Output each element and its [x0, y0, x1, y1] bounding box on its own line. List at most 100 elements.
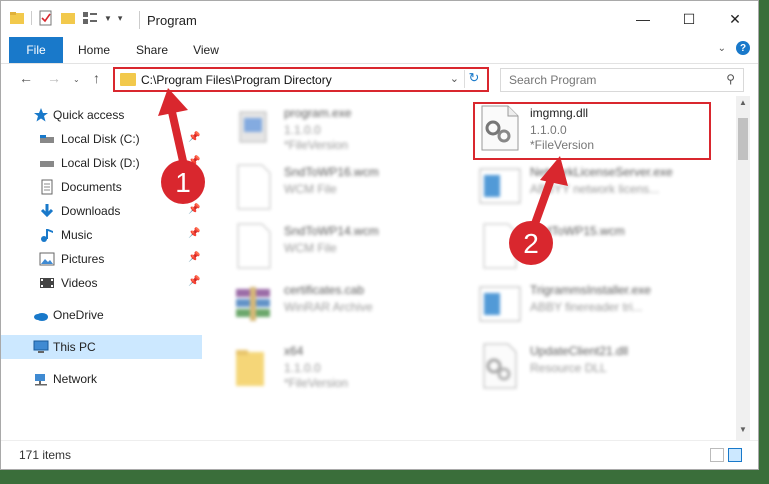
- sidebar-item-local-disk-c[interactable]: Local Disk (C:) 📌: [1, 127, 202, 151]
- tab-file[interactable]: File: [9, 37, 63, 63]
- sidebar-item-network[interactable]: Network: [1, 367, 202, 391]
- tab-home[interactable]: Home: [69, 37, 119, 63]
- vertical-scrollbar[interactable]: ▲ ▼: [736, 96, 750, 441]
- folder-icon[interactable]: [9, 10, 25, 26]
- sidebar-item-music[interactable]: Music 📌: [1, 223, 202, 247]
- forward-arrow-icon[interactable]: →: [47, 70, 61, 86]
- help-icon[interactable]: ?: [736, 41, 750, 55]
- file-type: Resource DLL: [530, 361, 607, 375]
- list-item[interactable]: program.exe 1.1.0.0 *FileVersion: [230, 102, 470, 154]
- sidebar-item-onedrive[interactable]: OneDrive: [1, 303, 202, 327]
- blank-file-icon: [230, 163, 278, 211]
- blank-file-icon: [476, 222, 524, 270]
- address-path[interactable]: C:\Program Files\Program Directory: [141, 73, 332, 87]
- drive-icon: [39, 155, 55, 171]
- ribbon: File Home Share View ⌄ ?: [1, 37, 758, 64]
- file-type: WCM File: [284, 241, 337, 255]
- list-item[interactable]: x64 1.1.0.0 *FileVersion: [230, 340, 470, 392]
- expand-ribbon-icon[interactable]: ⌄: [718, 43, 726, 54]
- window-title: Program: [147, 13, 197, 28]
- videos-icon: [39, 275, 55, 291]
- sidebar-item-label: OneDrive: [53, 308, 104, 322]
- search-input[interactable]: [507, 72, 711, 88]
- search-box[interactable]: ⚲: [500, 68, 744, 92]
- view-options-icon[interactable]: [82, 10, 98, 26]
- file-name: certificates.cab: [284, 283, 365, 297]
- sidebar-item-pictures[interactable]: Pictures 📌: [1, 247, 202, 271]
- file-name: program.exe: [284, 106, 352, 120]
- file-version: 1.1.0.0: [284, 123, 321, 137]
- chevron-down-icon[interactable]: ▼: [104, 14, 112, 23]
- file-version: 1.1.0.0: [284, 361, 321, 375]
- pin-icon: 📌: [188, 228, 201, 239]
- customize-toolbar-icon[interactable]: ▾: [118, 13, 123, 24]
- properties-icon[interactable]: [38, 10, 54, 26]
- list-item[interactable]: SndToWP15.wcm: [476, 220, 716, 272]
- list-item[interactable]: SndToWP14.wcm WCM File: [230, 220, 470, 272]
- sidebar-item-label: This PC: [53, 340, 96, 354]
- minimize-button[interactable]: —: [620, 1, 666, 37]
- file-description: *FileVersion: [284, 138, 349, 152]
- view-switcher: [710, 448, 742, 462]
- folder-icon: [230, 342, 278, 390]
- chevron-down-icon[interactable]: ⌄: [450, 72, 459, 85]
- title-bar: ▼ ▾ Program — ☐ ✕: [1, 1, 758, 37]
- blank-file-icon: [230, 222, 278, 270]
- sidebar-item-label: Music: [61, 228, 93, 242]
- sidebar-item-documents[interactable]: Documents 📌: [1, 175, 202, 199]
- navigation-pane: Quick access Local Disk (C:) 📌 Local Dis…: [1, 96, 202, 441]
- search-icon[interactable]: ⚲: [726, 72, 735, 86]
- file-name: TrigrammsInstaller.exe: [530, 283, 651, 297]
- sidebar-item-label: Pictures: [61, 252, 105, 266]
- dll-gear-icon: [476, 342, 524, 390]
- file-type: WinRAR Archive: [284, 300, 373, 314]
- scroll-down-icon[interactable]: ▼: [736, 425, 750, 439]
- address-bar[interactable]: C:\Program Files\Program Directory ⌄ ↻: [113, 67, 489, 92]
- scrollbar-thumb[interactable]: [738, 118, 748, 160]
- sidebar-item-this-pc[interactable]: This PC: [1, 335, 202, 359]
- sidebar-item-downloads[interactable]: Downloads 📌: [1, 199, 202, 223]
- sidebar-item-label: Network: [53, 372, 98, 386]
- sidebar-item-quick-access[interactable]: Quick access: [1, 103, 202, 127]
- recent-locations-icon[interactable]: ⌄: [73, 75, 80, 84]
- quick-access-toolbar: ▼ ▾: [9, 10, 122, 26]
- window-controls: — ☐ ✕: [620, 1, 758, 37]
- pin-icon: 📌: [188, 156, 201, 167]
- star-icon: [33, 107, 49, 123]
- up-arrow-icon[interactable]: ↑: [93, 70, 100, 86]
- list-item[interactable]: TrigrammsInstaller.exe ABBY finereader t…: [476, 279, 716, 331]
- ribbon-controls: ⌄ ?: [718, 41, 750, 55]
- details-view-icon[interactable]: [710, 448, 724, 462]
- winrar-icon: [230, 281, 278, 329]
- pin-icon: 📌: [188, 252, 201, 263]
- sidebar-item-local-disk-d[interactable]: Local Disk (D:) 📌: [1, 151, 202, 175]
- tiles-view-icon[interactable]: [728, 448, 742, 462]
- network-icon: [33, 371, 49, 387]
- title-separator: [139, 11, 140, 29]
- maximize-button[interactable]: ☐: [666, 1, 712, 37]
- tab-view[interactable]: View: [183, 37, 229, 63]
- app-window-icon: [476, 281, 524, 329]
- refresh-icon[interactable]: ↻: [464, 70, 483, 88]
- file-description: *FileVersion: [284, 376, 349, 390]
- file-name: SndToWP14.wcm: [284, 224, 379, 238]
- pin-icon: 📌: [188, 132, 201, 143]
- list-item[interactable]: certificates.cab WinRAR Archive: [230, 279, 470, 331]
- list-item[interactable]: NetworkLicenseServer.exe ABBYY network l…: [476, 161, 716, 213]
- close-button[interactable]: ✕: [712, 1, 758, 37]
- list-item[interactable]: UpdateClient21.dll Resource DLL: [476, 340, 716, 392]
- list-item[interactable]: SndToWP16.wcm WCM File: [230, 161, 470, 213]
- pin-icon: 📌: [188, 276, 201, 287]
- navigation-bar: ← → ⌄ ↑ C:\Program Files\Program Directo…: [1, 64, 758, 94]
- sidebar-item-label: Quick access: [53, 108, 125, 122]
- sidebar-item-videos[interactable]: Videos 📌: [1, 271, 202, 295]
- file-type: ABBY finereader tri...: [530, 300, 643, 314]
- exe-icon: [230, 104, 278, 152]
- scroll-up-icon[interactable]: ▲: [736, 98, 750, 112]
- sidebar-item-label: Local Disk (D:): [61, 156, 140, 170]
- new-folder-icon[interactable]: [60, 10, 76, 26]
- back-arrow-icon[interactable]: ←: [19, 70, 33, 86]
- tab-share[interactable]: Share: [127, 37, 177, 63]
- file-type: ABBYY network licens...: [530, 182, 660, 196]
- explorer-window: ▼ ▾ Program — ☐ ✕ File Home Share View ⌄…: [0, 0, 759, 470]
